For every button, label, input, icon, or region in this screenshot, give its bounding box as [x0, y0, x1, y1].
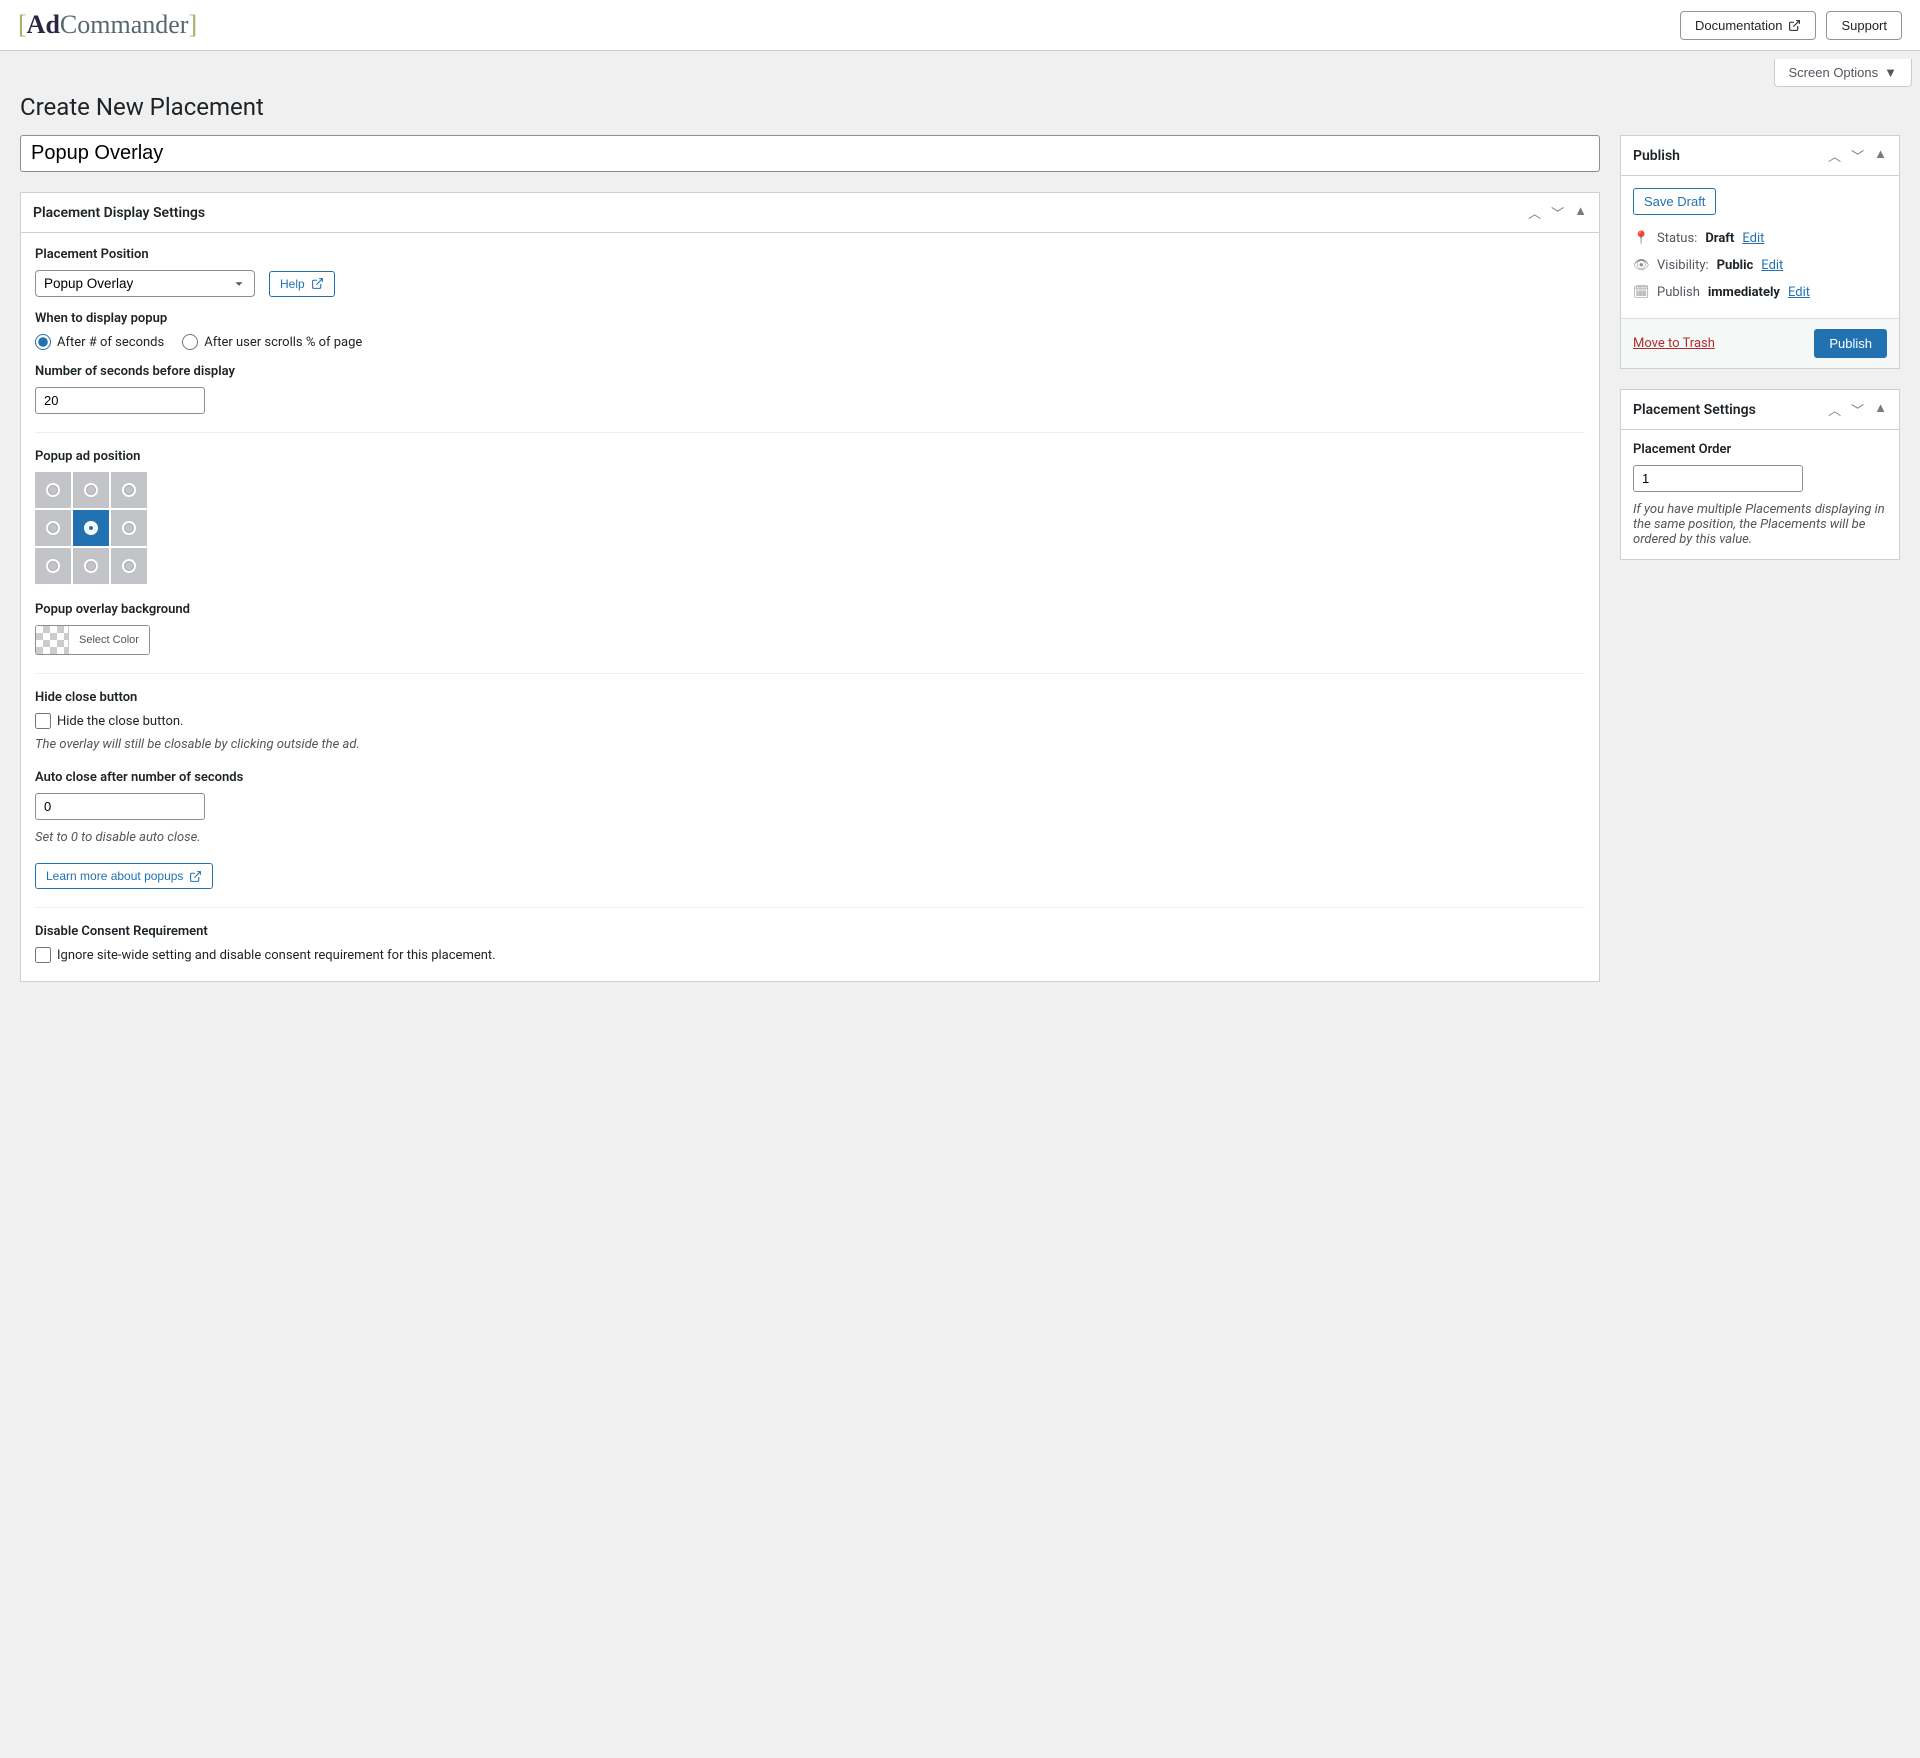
- screen-options-button[interactable]: Screen Options ▼: [1774, 59, 1912, 87]
- autoclose-input[interactable]: [35, 793, 205, 820]
- adpos-bottom-left[interactable]: [35, 548, 71, 584]
- external-link-icon: [311, 277, 324, 290]
- autoclose-note: Set to 0 to disable auto close.: [35, 830, 1585, 845]
- publish-button[interactable]: Publish: [1814, 329, 1887, 358]
- eye-icon: 👁: [1633, 258, 1649, 273]
- panel-up-icon[interactable]: ︿: [1828, 146, 1841, 165]
- status-label: Status:: [1657, 231, 1697, 246]
- adpos-top-center[interactable]: [73, 472, 109, 508]
- autoclose-label: Auto close after number of seconds: [35, 770, 1585, 785]
- visibility-label: Visibility:: [1657, 258, 1709, 273]
- when-scroll-radio[interactable]: After user scrolls % of page: [182, 334, 362, 350]
- hide-close-note: The overlay will still be closable by cl…: [35, 737, 1585, 752]
- top-bar: [AdCommander] Documentation Support: [0, 0, 1920, 51]
- placement-title-input[interactable]: [20, 135, 1600, 172]
- seconds-input[interactable]: [35, 387, 205, 414]
- color-picker[interactable]: Select Color: [35, 625, 150, 655]
- adpos-bottom-right[interactable]: [111, 548, 147, 584]
- seconds-label: Number of seconds before display: [35, 364, 1585, 379]
- color-swatch: [36, 626, 68, 654]
- logo: [AdCommander]: [18, 10, 197, 40]
- bg-label: Popup overlay background: [35, 602, 1585, 617]
- when-label: When to display popup: [35, 311, 1585, 326]
- edit-schedule-link[interactable]: Edit: [1788, 285, 1810, 300]
- adpos-label: Popup ad position: [35, 449, 1585, 464]
- documentation-button[interactable]: Documentation: [1680, 11, 1816, 40]
- display-settings-box: Placement Display Settings ︿ ﹀ ▲ Placeme…: [20, 192, 1600, 982]
- adpos-middle-right[interactable]: [111, 510, 147, 546]
- edit-visibility-link[interactable]: Edit: [1761, 258, 1783, 273]
- display-settings-heading: Placement Display Settings: [33, 205, 205, 221]
- adpos-grid: [35, 472, 1585, 584]
- publish-heading: Publish: [1633, 148, 1680, 164]
- edit-status-link[interactable]: Edit: [1742, 231, 1764, 246]
- external-link-icon: [1788, 19, 1801, 32]
- caret-down-icon: ▼: [1884, 65, 1897, 80]
- calendar-icon: 🗓: [1633, 285, 1649, 300]
- panel-collapse-icon[interactable]: ▲: [1874, 146, 1887, 165]
- adpos-middle-left[interactable]: [35, 510, 71, 546]
- external-link-icon: [189, 870, 202, 883]
- pin-icon: 📍: [1633, 231, 1649, 246]
- position-label: Placement Position: [35, 247, 1585, 262]
- order-note: If you have multiple Placements displayi…: [1633, 502, 1887, 547]
- panel-up-icon[interactable]: ︿: [1528, 203, 1541, 222]
- placement-settings-heading: Placement Settings: [1633, 402, 1756, 418]
- publish-time-label: Publish: [1657, 285, 1700, 300]
- panel-down-icon[interactable]: ﹀: [1851, 400, 1864, 419]
- adpos-bottom-center[interactable]: [73, 548, 109, 584]
- publish-box: Publish ︿ ﹀ ▲ Save Draft 📍 Status: Draft…: [1620, 135, 1900, 369]
- adpos-middle-center[interactable]: [73, 510, 109, 546]
- hide-close-checkbox[interactable]: Hide the close button.: [35, 713, 1585, 729]
- page-title: Create New Placement: [20, 93, 1900, 121]
- move-to-trash-link[interactable]: Move to Trash: [1633, 336, 1715, 351]
- publish-time-value: immediately: [1708, 285, 1780, 300]
- adpos-top-left[interactable]: [35, 472, 71, 508]
- visibility-value: Public: [1717, 258, 1754, 273]
- help-button[interactable]: Help: [269, 271, 335, 297]
- panel-collapse-icon[interactable]: ▲: [1574, 203, 1587, 222]
- placement-settings-box: Placement Settings ︿ ﹀ ▲ Placement Order…: [1620, 389, 1900, 560]
- order-label: Placement Order: [1633, 442, 1887, 457]
- panel-up-icon[interactable]: ︿: [1828, 400, 1841, 419]
- placement-position-select[interactable]: Popup Overlay: [35, 270, 255, 297]
- panel-collapse-icon[interactable]: ▲: [1874, 400, 1887, 419]
- consent-checkbox[interactable]: Ignore site-wide setting and disable con…: [35, 947, 1585, 963]
- hide-close-label: Hide close button: [35, 690, 1585, 705]
- panel-down-icon[interactable]: ﹀: [1551, 203, 1564, 222]
- consent-label: Disable Consent Requirement: [35, 924, 1585, 939]
- status-value: Draft: [1705, 231, 1734, 246]
- when-seconds-radio[interactable]: After # of seconds: [35, 334, 164, 350]
- order-input[interactable]: [1633, 465, 1803, 492]
- support-button[interactable]: Support: [1826, 11, 1902, 40]
- save-draft-button[interactable]: Save Draft: [1633, 188, 1716, 215]
- panel-down-icon[interactable]: ﹀: [1851, 146, 1864, 165]
- learn-more-button[interactable]: Learn more about popups: [35, 863, 213, 889]
- select-color-button[interactable]: Select Color: [68, 626, 149, 654]
- adpos-top-right[interactable]: [111, 472, 147, 508]
